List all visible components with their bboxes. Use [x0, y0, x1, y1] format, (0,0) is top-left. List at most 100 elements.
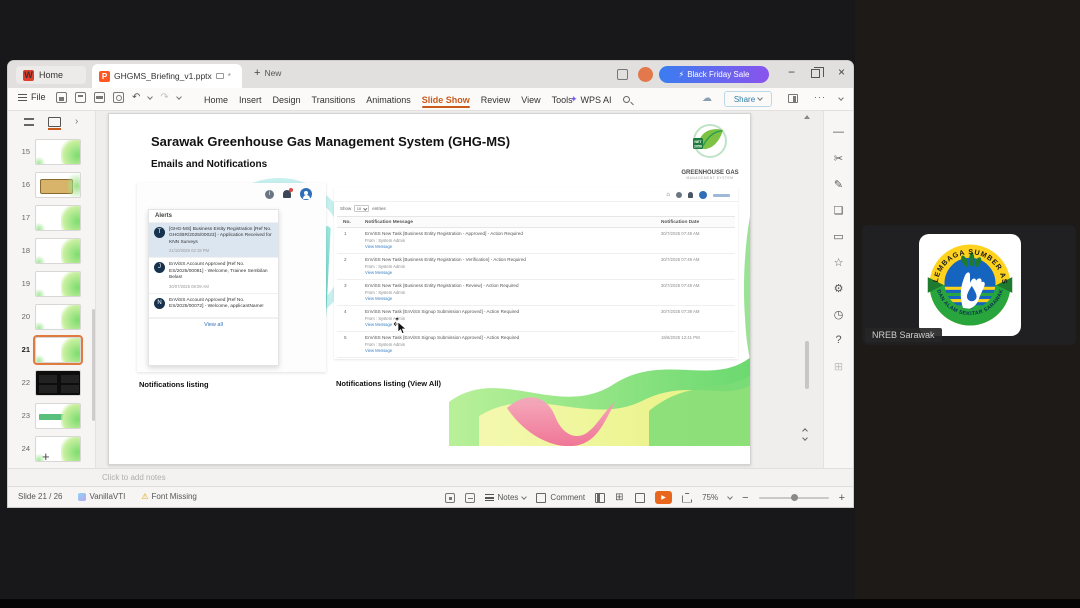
save-icon[interactable]	[56, 92, 67, 103]
notes-bar[interactable]: Click to add notes	[8, 468, 853, 486]
file-menu[interactable]: File	[18, 92, 46, 102]
slide-navigation-buttons[interactable]	[802, 428, 808, 441]
more-options-icon[interactable]: ···	[814, 92, 826, 102]
theme-indicator[interactable]: VanillaVTI	[78, 492, 125, 501]
share-button[interactable]: Share	[724, 91, 772, 107]
sidebar-star-icon[interactable]: ☆	[824, 249, 853, 275]
slide-thumbnail[interactable]	[35, 402, 81, 429]
zoom-in-button[interactable]: +	[839, 492, 845, 504]
slide-page[interactable]: Sarawak Greenhouse Gas Management System…	[108, 113, 751, 465]
slide-thumbnail-row[interactable]: 19	[8, 267, 92, 300]
menu-tab[interactable]: Insert	[239, 91, 262, 109]
comment-toggle[interactable]: Comment	[536, 492, 585, 503]
slide-sorter-icon[interactable]: ⊞	[615, 492, 625, 503]
outline-view-icon[interactable]	[24, 117, 34, 126]
new-tab-button[interactable]: + New	[254, 67, 281, 79]
menu-tab[interactable]: Review	[481, 91, 511, 109]
slide-thumbnail-row[interactable]: 21	[8, 333, 92, 366]
slide-thumbnail[interactable]	[35, 270, 81, 297]
participant-video-tile[interactable]: LEMBAGA SUMBER ASLI DAN ALAM SEKITAR SAR…	[862, 225, 1076, 345]
slide-view-icon[interactable]	[48, 116, 61, 130]
task-window-icon[interactable]	[444, 492, 455, 503]
font-missing-warning[interactable]: ⚠ Font Missing	[141, 492, 197, 501]
slide-thumbnail-row[interactable]: 23	[8, 399, 92, 432]
undo-icon[interactable]: ↶	[132, 92, 140, 103]
vertical-scrollbar[interactable]	[800, 111, 814, 468]
slide-thumbnail-row[interactable]: 17	[8, 201, 92, 234]
sidebar-minimize-icon[interactable]: —	[824, 119, 853, 145]
sidebar-history-icon[interactable]: ◷	[824, 301, 853, 327]
previous-slide-icon[interactable]	[802, 428, 808, 434]
slide-thumbnail-row[interactable]: 22	[8, 366, 92, 399]
alert-item[interactable]: N EnViSS Account Approved [Ref No. ES/20…	[149, 294, 278, 318]
fit-slide-icon[interactable]	[682, 493, 692, 503]
view-message-link[interactable]: View Message	[365, 348, 661, 353]
collapse-ribbon-chevron[interactable]	[838, 95, 844, 101]
slide-thumbnail[interactable]	[35, 237, 81, 264]
menu-tab[interactable]: Design	[273, 91, 301, 109]
slide-thumbnail[interactable]	[35, 204, 81, 231]
slideshow-play-button[interactable]: ▶	[655, 491, 673, 504]
slide-thumbnail-row[interactable]: 16	[8, 168, 92, 201]
sidebar-help-icon[interactable]: ?	[824, 327, 853, 353]
slide-thumbnail-row[interactable]: 24	[8, 432, 92, 465]
menu-tab[interactable]: Animations	[366, 91, 411, 109]
slide-thumbnail[interactable]	[35, 303, 81, 330]
zoom-chevron-icon[interactable]	[727, 493, 733, 500]
menu-tab[interactable]: Slide Show	[421, 91, 470, 109]
alert-item[interactable]: T [GHG-MS] Business Entity Registration …	[149, 223, 278, 259]
slide-thumbnail-row[interactable]: 20	[8, 300, 92, 333]
account-avatar[interactable]	[638, 67, 653, 82]
window-mode-icon[interactable]	[617, 69, 628, 80]
start-from-slide-icon[interactable]	[464, 492, 475, 503]
slide-thumbnail[interactable]	[35, 138, 81, 165]
menu-tab[interactable]: Transitions	[312, 91, 356, 109]
view-message-link[interactable]: View Message	[365, 270, 661, 275]
sidebar-edit-icon[interactable]: ✎	[824, 171, 853, 197]
view-message-link[interactable]: View Message	[365, 244, 661, 249]
restore-button[interactable]	[811, 67, 824, 78]
reading-view-icon[interactable]	[635, 492, 646, 503]
next-slide-icon[interactable]	[802, 435, 808, 441]
zoom-slider[interactable]	[758, 491, 829, 504]
slide-thumbnail-row[interactable]: 15	[8, 135, 92, 168]
search-icon[interactable]	[622, 96, 630, 103]
alert-item[interactable]: J EnViSS Account Approved [Ref No. ES/20…	[149, 258, 278, 294]
export-icon[interactable]	[75, 92, 86, 103]
menu-tab[interactable]: Home	[204, 91, 228, 109]
close-button[interactable]: ×	[838, 65, 845, 79]
panel-collapse-icon[interactable]: ›	[75, 116, 78, 127]
notes-toggle[interactable]: Notes	[484, 493, 528, 502]
cloud-sync-icon[interactable]: ☁	[702, 93, 712, 104]
print-preview-icon[interactable]	[113, 92, 124, 103]
wps-home-tab[interactable]: W Home	[16, 66, 86, 84]
zoom-slider-knob[interactable]	[790, 494, 798, 501]
wps-ai-button[interactable]: ✦ WPS AI	[570, 94, 612, 105]
minimize-button[interactable]: −	[788, 65, 795, 79]
zoom-out-button[interactable]: −	[742, 492, 748, 504]
slide-thumbnail[interactable]	[35, 369, 81, 396]
sidebar-settings-icon[interactable]: ⚙	[824, 275, 853, 301]
slide-thumbnail[interactable]	[35, 171, 81, 198]
sidebar-shapes-icon[interactable]: ❏	[824, 197, 853, 223]
menu-tab[interactable]: View	[521, 91, 540, 109]
document-tab[interactable]: P GHGMS_Briefing_v1.pptx *	[92, 64, 242, 88]
print-icon[interactable]	[94, 92, 105, 103]
panel-scrollbar[interactable]	[92, 309, 95, 421]
slide-thumbnail[interactable]	[33, 334, 83, 365]
side-panel-icon[interactable]	[788, 94, 798, 103]
black-friday-sale-button[interactable]: ⚡ Black Friday Sale	[659, 66, 769, 83]
sidebar-apps-icon[interactable]: ⊞	[824, 353, 853, 379]
undo-dropdown-chevron[interactable]	[147, 93, 154, 100]
zoom-level[interactable]: 75%	[702, 493, 718, 502]
view-message-link[interactable]: View Message	[365, 296, 661, 301]
sidebar-cut-icon[interactable]: ✂	[824, 145, 853, 171]
view-message-link[interactable]: View Message	[365, 322, 661, 327]
add-slide-button[interactable]: +	[42, 449, 50, 464]
sidebar-comment-icon[interactable]: ▭	[824, 223, 853, 249]
toolbar-customize-chevron[interactable]	[175, 93, 182, 100]
scrollbar-thumb[interactable]	[805, 341, 809, 389]
normal-view-icon[interactable]	[595, 492, 606, 503]
scroll-up-arrow[interactable]	[804, 115, 810, 119]
slide-thumbnail-row[interactable]: 18	[8, 234, 92, 267]
